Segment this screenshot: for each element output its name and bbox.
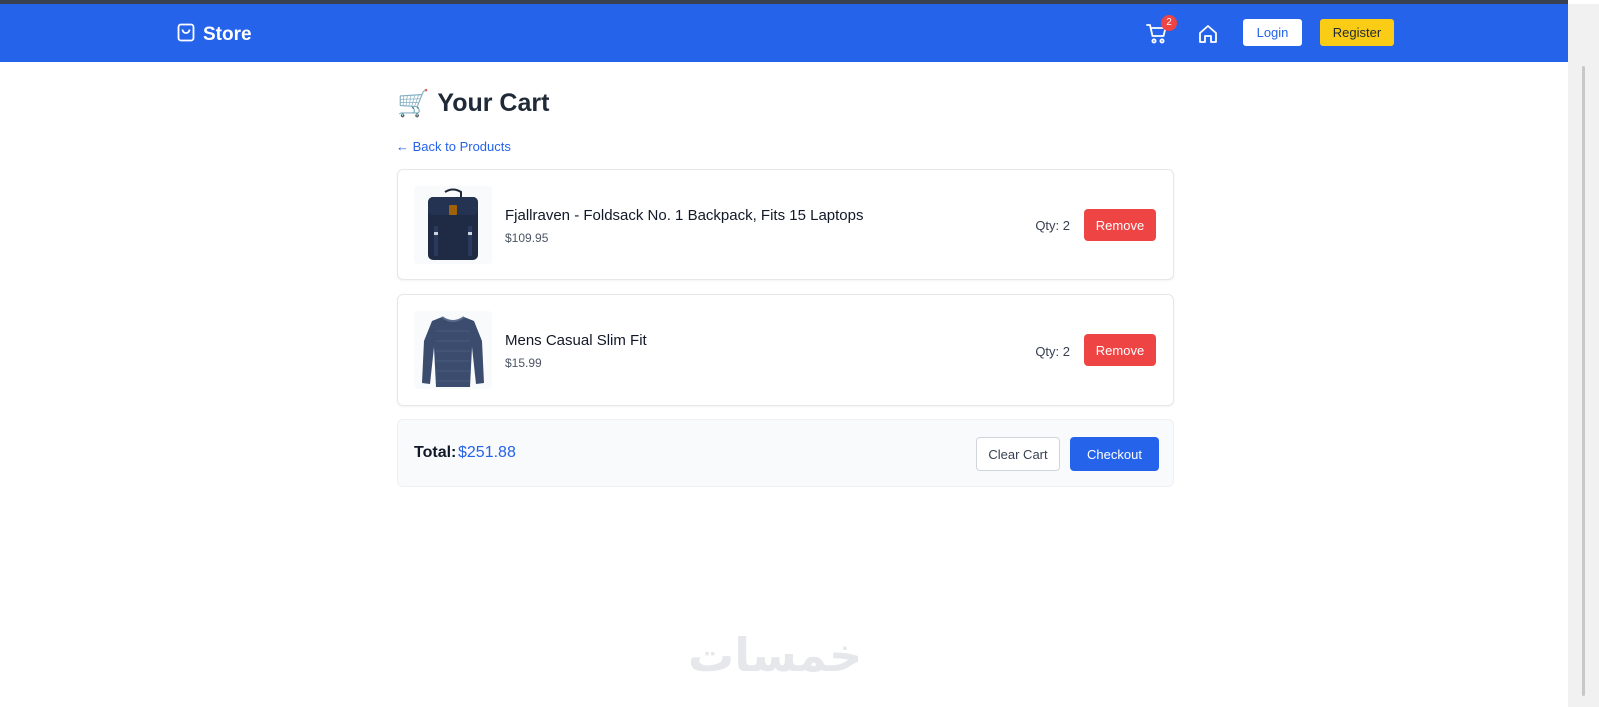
checkout-button[interactable]: Checkout (1070, 437, 1159, 471)
remove-item-button[interactable]: Remove (1084, 334, 1156, 366)
shopping-bag-icon (177, 22, 195, 47)
backpack-image (414, 186, 492, 264)
item-quantity: Qty: 2 (1035, 344, 1070, 359)
back-to-products-link[interactable]: ← Back to Products (396, 139, 511, 154)
cart-button[interactable]: 2 (1145, 15, 1177, 46)
item-name: Mens Casual Slim Fit (505, 332, 647, 349)
shopping-cart-emoji-icon: 🛒 (397, 88, 430, 118)
register-button[interactable]: Register (1320, 19, 1394, 46)
cart-summary: Total: $251.88 Clear Cart Checkout (397, 419, 1174, 487)
top-navbar: Store 2 Login Register (0, 4, 1568, 62)
home-button[interactable] (1197, 23, 1219, 45)
cart-count-badge: 2 (1161, 15, 1177, 31)
shirt-image (414, 311, 492, 389)
clear-cart-button[interactable]: Clear Cart (976, 437, 1060, 471)
page-scrollbar[interactable] (1568, 4, 1599, 707)
cart-item: Mens Casual Slim Fit $15.99 Qty: 2 Remov… (397, 294, 1174, 406)
remove-item-button[interactable]: Remove (1084, 209, 1156, 241)
item-price: $15.99 (505, 356, 542, 370)
login-button[interactable]: Login (1243, 19, 1302, 46)
item-quantity: Qty: 2 (1035, 218, 1070, 233)
scrollbar-thumb[interactable] (1582, 66, 1585, 696)
watermark-logo: خمسات (688, 629, 863, 681)
home-icon (1199, 25, 1217, 43)
brand-link[interactable]: Store (177, 22, 252, 47)
page-title: Your Cart (437, 88, 550, 117)
item-name: Fjallraven - Foldsack No. 1 Backpack, Fi… (505, 207, 864, 224)
total-value: $251.88 (458, 444, 516, 461)
item-price: $109.95 (505, 231, 549, 245)
cart-item: Fjallraven - Foldsack No. 1 Backpack, Fi… (397, 169, 1174, 280)
total-label: Total: (414, 444, 457, 461)
page-heading: 🛒 Your Cart (397, 88, 549, 118)
brand-name: Store (203, 23, 252, 45)
